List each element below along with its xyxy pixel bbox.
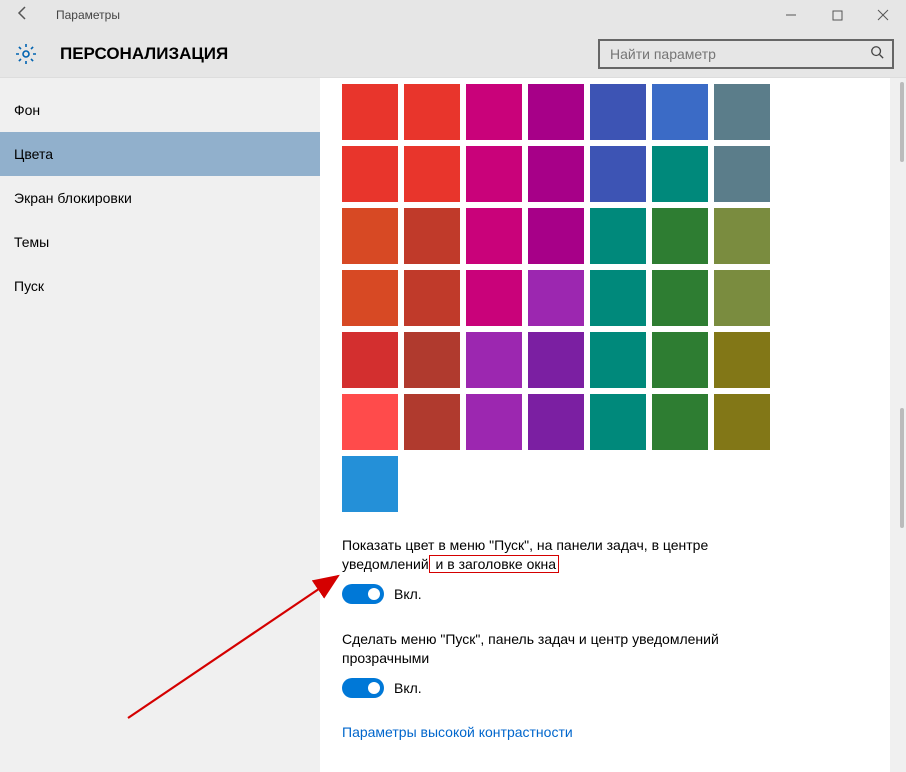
color-swatch[interactable] <box>714 394 770 450</box>
sidebar: Фон Цвета Экран блокировки Темы Пуск <box>0 78 320 772</box>
category-title: ПЕРСОНАЛИЗАЦИЯ <box>60 44 228 64</box>
color-swatch[interactable] <box>528 270 584 326</box>
color-swatch[interactable] <box>466 84 522 140</box>
color-swatch[interactable] <box>466 332 522 388</box>
search-icon <box>870 45 884 62</box>
show-color-setting-label: Показать цвет в меню "Пуск", на панели з… <box>342 536 762 574</box>
color-swatch[interactable] <box>466 146 522 202</box>
selected-color-swatch[interactable] <box>342 456 398 512</box>
titlebar: Параметры <box>0 0 906 30</box>
content-pane: Показать цвет в меню "Пуск", на панели з… <box>320 78 906 772</box>
color-swatch[interactable] <box>342 146 398 202</box>
sidebar-item-label: Экран блокировки <box>14 190 132 206</box>
color-swatch[interactable] <box>652 270 708 326</box>
color-swatch[interactable] <box>714 146 770 202</box>
color-swatch[interactable] <box>652 394 708 450</box>
color-palette <box>342 84 906 450</box>
scrollbar[interactable] <box>890 78 906 772</box>
color-swatch[interactable] <box>528 332 584 388</box>
show-color-toggle[interactable] <box>342 584 384 604</box>
color-swatch[interactable] <box>342 332 398 388</box>
color-swatch[interactable] <box>404 208 460 264</box>
gear-icon <box>14 42 38 66</box>
color-swatch[interactable] <box>590 332 646 388</box>
sidebar-item-lockscreen[interactable]: Экран блокировки <box>0 176 320 220</box>
minimize-button[interactable] <box>768 0 814 30</box>
color-swatch[interactable] <box>590 270 646 326</box>
color-swatch[interactable] <box>466 394 522 450</box>
maximize-button[interactable] <box>814 0 860 30</box>
high-contrast-link[interactable]: Параметры высокой контрастности <box>342 724 573 740</box>
color-swatch[interactable] <box>404 270 460 326</box>
color-swatch[interactable] <box>466 270 522 326</box>
sidebar-item-label: Пуск <box>14 278 44 294</box>
color-swatch[interactable] <box>714 332 770 388</box>
show-color-toggle-state: Вкл. <box>394 586 422 602</box>
color-swatch[interactable] <box>404 84 460 140</box>
sidebar-item-label: Фон <box>14 102 40 118</box>
color-swatch[interactable] <box>652 332 708 388</box>
color-swatch[interactable] <box>590 146 646 202</box>
color-swatch[interactable] <box>528 394 584 450</box>
color-swatch[interactable] <box>652 208 708 264</box>
close-button[interactable] <box>860 0 906 30</box>
sidebar-item-start[interactable]: Пуск <box>0 264 320 308</box>
color-swatch[interactable] <box>528 208 584 264</box>
transparency-toggle[interactable] <box>342 678 384 698</box>
color-swatch[interactable] <box>342 208 398 264</box>
search-input[interactable] <box>608 45 870 63</box>
annotation-highlight: и в заголовке окна <box>429 555 559 573</box>
sidebar-item-colors[interactable]: Цвета <box>0 132 320 176</box>
color-swatch[interactable] <box>342 270 398 326</box>
color-swatch[interactable] <box>714 270 770 326</box>
sidebar-item-themes[interactable]: Темы <box>0 220 320 264</box>
color-swatch[interactable] <box>714 84 770 140</box>
back-button[interactable] <box>6 5 40 26</box>
color-swatch[interactable] <box>404 146 460 202</box>
color-swatch[interactable] <box>590 84 646 140</box>
color-swatch[interactable] <box>652 84 708 140</box>
color-swatch[interactable] <box>342 84 398 140</box>
color-swatch[interactable] <box>342 394 398 450</box>
color-swatch[interactable] <box>528 84 584 140</box>
sidebar-item-label: Темы <box>14 234 49 250</box>
search-box[interactable] <box>598 39 894 69</box>
color-swatch[interactable] <box>528 146 584 202</box>
transparency-toggle-state: Вкл. <box>394 680 422 696</box>
color-swatch[interactable] <box>404 394 460 450</box>
window-title: Параметры <box>56 8 120 22</box>
color-swatch[interactable] <box>714 208 770 264</box>
color-swatch[interactable] <box>590 208 646 264</box>
color-swatch[interactable] <box>590 394 646 450</box>
color-swatch[interactable] <box>466 208 522 264</box>
color-swatch[interactable] <box>404 332 460 388</box>
transparency-setting-label: Сделать меню "Пуск", панель задач и цент… <box>342 630 762 668</box>
color-swatch[interactable] <box>652 146 708 202</box>
header: ПЕРСОНАЛИЗАЦИЯ <box>0 30 906 78</box>
sidebar-item-background[interactable]: Фон <box>0 88 320 132</box>
sidebar-item-label: Цвета <box>14 146 53 162</box>
